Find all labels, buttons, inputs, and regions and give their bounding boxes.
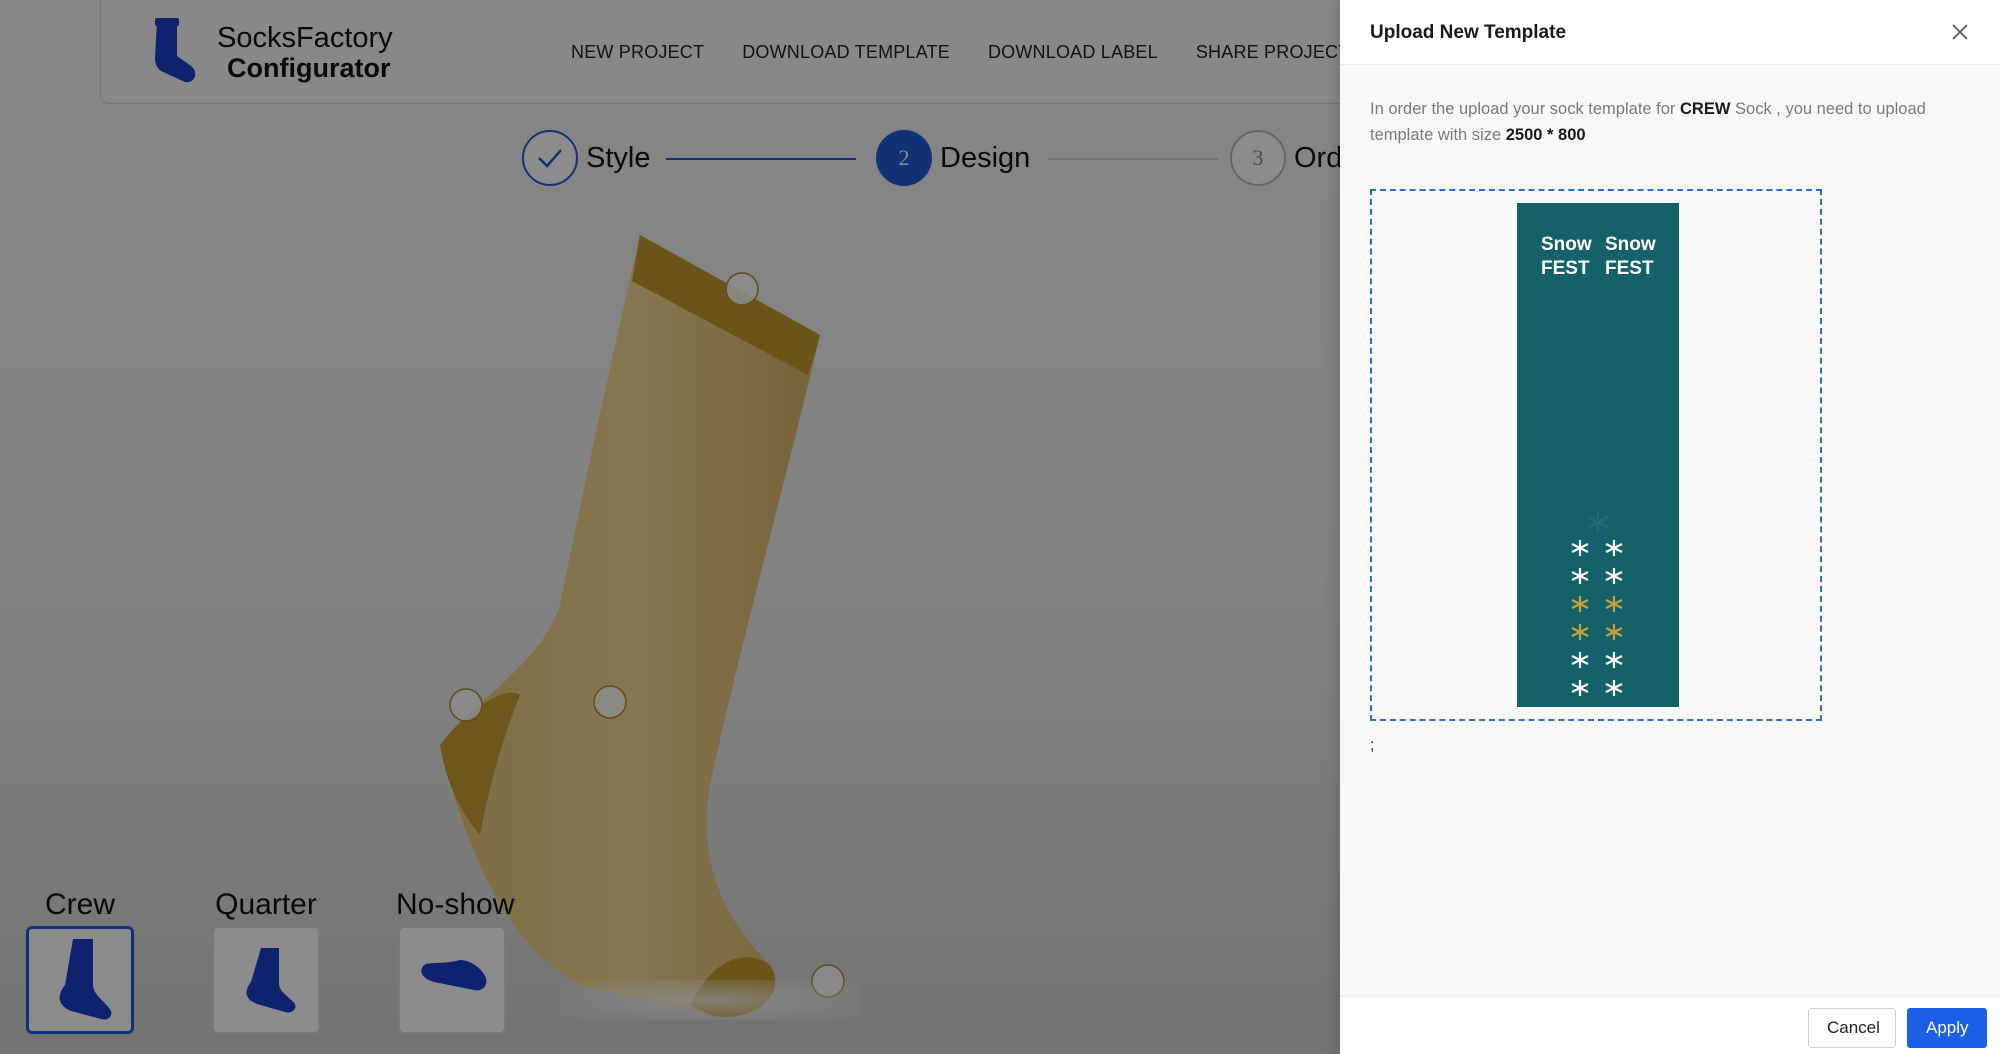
template-text-left: Snow FEST [1541,234,1592,279]
trailing-text: ; [1370,737,1375,754]
cancel-button[interactable]: Cancel [1808,1008,1896,1048]
close-icon[interactable] [1948,20,1972,44]
upload-template-drawer: Upload New Template In order the upload … [1340,0,2000,1054]
apply-button[interactable]: Apply [1907,1008,1987,1048]
drawer-title: Upload New Template [1370,22,1567,43]
desc-text-1: In order the upload your sock template f… [1370,100,1681,118]
template-preview: Snow FEST Snow FEST [1517,203,1679,707]
desc-sock-type: CREW [1680,100,1731,118]
template-drop-zone[interactable]: Snow FEST Snow FEST [1370,189,1822,721]
drawer-header: Upload New Template [1340,0,2000,65]
snowflake-pattern-icon [1571,512,1623,696]
modal-backdrop[interactable] [0,0,1340,1054]
drawer-footer: Cancel Apply [1340,996,2000,1054]
desc-size: 2500 * 800 [1505,126,1586,144]
drawer-description: In order the upload your sock template f… [1370,96,1970,148]
template-text-right: Snow FEST [1605,234,1656,279]
